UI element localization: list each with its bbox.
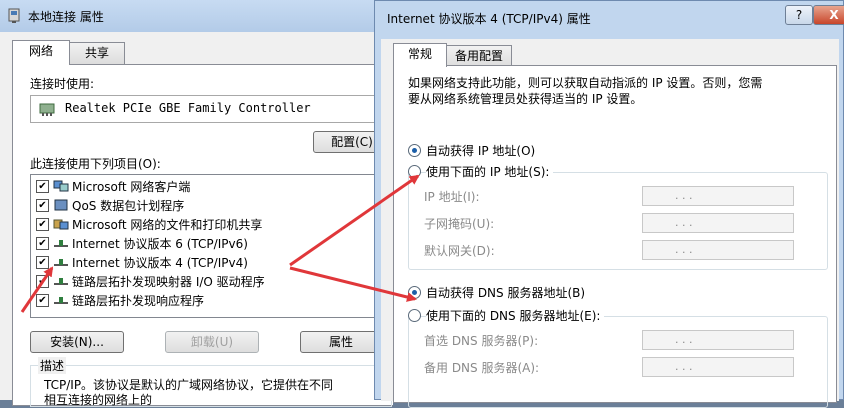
window-title: Internet 协议版本 4 (TCP/IPv4) 属性	[387, 12, 591, 26]
subnet-label: 子网掩码(U):	[424, 217, 495, 231]
qos-icon	[54, 199, 68, 211]
general-panel: 如果网络支持此功能，则可以获取自动指派的 IP 设置。否则，您需 要从网络系统管…	[393, 65, 837, 408]
tab-general[interactable]: 常规	[393, 43, 447, 67]
ip-address-field[interactable]: . . .	[642, 186, 794, 206]
tab-sharing[interactable]: 共享	[69, 42, 125, 65]
network-card-icon	[39, 103, 55, 116]
adapter-box: Realtek PCIe GBE Family Controller	[30, 95, 392, 123]
install-button[interactable]: 安装(N)...	[30, 331, 124, 353]
item-label: 链路层拓扑发现响应程序	[72, 293, 205, 308]
item-label: Internet 协议版本 4 (TCP/IPv4)	[72, 255, 248, 270]
checkbox[interactable]: ✔	[36, 236, 49, 250]
title-bar: 本地连接 属性	[0, 0, 382, 32]
tab-network[interactable]: 网络	[12, 40, 70, 65]
item-label: Microsoft 网络的文件和打印机共享	[72, 217, 263, 232]
protocol-icon	[54, 259, 68, 266]
ip-auto-radio[interactable]	[408, 144, 421, 157]
close-button[interactable]: X	[813, 5, 844, 25]
alternate-dns-label: 备用 DNS 服务器(A):	[424, 361, 540, 375]
uninstall-button[interactable]: 卸载(U)	[165, 331, 259, 353]
adapter-name: Realtek PCIe GBE Family Controller	[65, 101, 311, 115]
dns-manual-radio[interactable]	[408, 309, 421, 322]
local-connection-properties-dialog: 本地连接 属性 网络 共享 连接时使用: Realtek PCIe GBE Fa…	[0, 0, 393, 407]
item-label: 链路层拓扑发现映射器 I/O 驱动程序	[72, 274, 265, 289]
list-item[interactable]: ✔ QoS 数据包计划程序	[36, 196, 184, 214]
dns-auto-label: 自动获得 DNS 服务器地址(B)	[426, 286, 586, 300]
preferred-dns-field[interactable]: . . .	[642, 330, 794, 350]
ip-manual-radio[interactable]	[408, 165, 421, 178]
list-item[interactable]: ✔ Internet 协议版本 4 (TCP/IPv4)	[36, 253, 248, 271]
dns-manual-label: 使用下面的 DNS 服务器地址(E):	[426, 307, 605, 324]
ipv4-properties-dialog: Internet 协议版本 4 (TCP/IPv4) 属性 ? X 常规 备用配…	[374, 0, 844, 408]
list-item[interactable]: ✔ Microsoft 网络的文件和打印机共享	[36, 215, 262, 233]
checkbox[interactable]: ✔	[36, 179, 49, 193]
alternate-dns-field[interactable]: . . .	[642, 357, 794, 377]
connect-using-label: 连接时使用:	[30, 77, 95, 91]
checkbox[interactable]: ✔	[36, 255, 49, 269]
checkbox[interactable]: ✔	[36, 198, 49, 212]
protocol-icon	[54, 240, 68, 247]
ip-address-label: IP 地址(I):	[424, 190, 480, 204]
item-label: Microsoft 网络客户端	[72, 179, 191, 194]
help-button[interactable]: ?	[785, 5, 813, 25]
gateway-label: 默认网关(D):	[424, 244, 495, 258]
intro-line-1: 如果网络支持此功能，则可以获取自动指派的 IP 设置。否则，您需	[408, 76, 763, 90]
list-item[interactable]: ✔ 链路层拓扑发现响应程序	[36, 291, 204, 309]
window-title: 本地连接 属性	[28, 10, 104, 24]
network-client-icon	[53, 180, 69, 192]
checkbox[interactable]: ✔	[36, 217, 49, 231]
item-label: Internet 协议版本 6 (TCP/IPv6)	[72, 236, 248, 251]
list-item[interactable]: ✔ Internet 协议版本 6 (TCP/IPv6)	[36, 234, 248, 252]
preferred-dns-label: 首选 DNS 服务器(P):	[424, 334, 539, 348]
file-printer-sharing-icon	[53, 219, 69, 230]
checkbox[interactable]: ✔	[36, 274, 49, 288]
subnet-field[interactable]: . . .	[642, 213, 794, 233]
component-list[interactable]: ✔ Microsoft 网络客户端 ✔ QoS 数据包计划程序 ✔ Micros…	[30, 174, 378, 318]
item-label: QoS 数据包计划程序	[72, 198, 185, 213]
gateway-field[interactable]: . . .	[642, 240, 794, 260]
network-adapter-icon	[8, 8, 20, 23]
list-item[interactable]: ✔ Microsoft 网络客户端	[36, 177, 190, 195]
items-label: 此连接使用下列项目(O):	[30, 157, 161, 171]
ip-auto-label: 自动获得 IP 地址(O)	[426, 144, 536, 158]
intro-line-2: 要从网络系统管理员处获得适当的 IP 设置。	[408, 92, 643, 106]
dialog-client: 常规 备用配置 如果网络支持此功能，则可以获取自动指派的 IP 设置。否则，您需…	[381, 39, 839, 408]
properties-button[interactable]: 属性	[300, 331, 382, 353]
ip-manual-label: 使用下面的 IP 地址(S):	[426, 163, 554, 180]
dns-auto-radio[interactable]	[408, 286, 421, 299]
protocol-icon	[54, 278, 68, 285]
checkbox[interactable]: ✔	[36, 293, 49, 307]
list-item[interactable]: ✔ 链路层拓扑发现映射器 I/O 驱动程序	[36, 272, 265, 290]
description-label: 描述	[38, 357, 67, 374]
protocol-icon	[54, 297, 68, 304]
